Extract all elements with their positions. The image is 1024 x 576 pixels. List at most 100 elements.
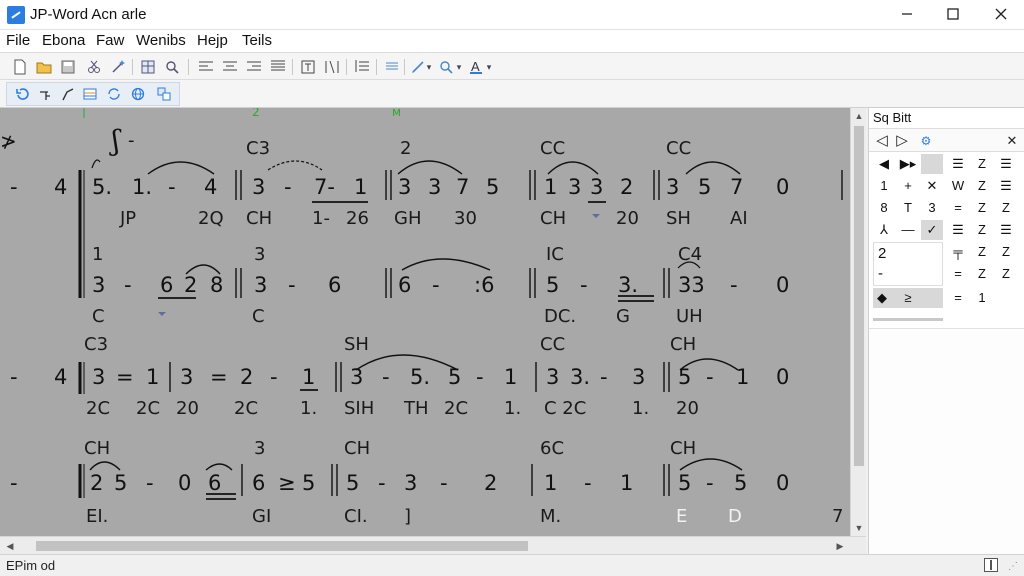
- note[interactable]: 3: [590, 175, 603, 199]
- note[interactable]: -: [440, 471, 448, 495]
- note[interactable]: -: [168, 175, 176, 199]
- symbol-cell[interactable]: W: [947, 176, 969, 196]
- panel-next-button[interactable]: ▷: [893, 132, 911, 150]
- note[interactable]: -: [432, 273, 440, 297]
- justify-icon[interactable]: [268, 57, 288, 77]
- note[interactable]: ≥: [278, 471, 296, 495]
- note[interactable]: -: [476, 365, 484, 389]
- align-right-icon[interactable]: [244, 57, 264, 77]
- note[interactable]: 3: [180, 365, 193, 389]
- symbol-cell[interactable]: —: [897, 220, 919, 240]
- note[interactable]: -: [706, 365, 714, 389]
- scroll-up-icon[interactable]: ▲: [851, 108, 867, 124]
- note[interactable]: 6: [328, 273, 341, 297]
- note[interactable]: 3.: [618, 273, 638, 297]
- font-color-icon[interactable]: A: [466, 57, 486, 77]
- note[interactable]: 33: [678, 273, 705, 297]
- zoom-dropdown[interactable]: ▾: [454, 57, 464, 77]
- symbol-cell[interactable]: Z: [971, 264, 993, 284]
- note[interactable]: 0: [178, 471, 191, 495]
- note[interactable]: 5: [698, 175, 711, 199]
- minimize-button[interactable]: [884, 0, 930, 30]
- layout-icon[interactable]: [984, 558, 998, 572]
- scroll-right-icon[interactable]: ▶: [832, 538, 848, 554]
- note[interactable]: :6: [474, 273, 494, 297]
- note[interactable]: 5: [302, 471, 315, 495]
- undo-icon[interactable]: [12, 84, 32, 104]
- open-folder-icon[interactable]: [34, 57, 54, 77]
- score-canvas[interactable]: 2 ᴍ ≯ ʃ - - 4 C3 2 CC CC 5. 1. - 4 3 - 7…: [0, 108, 850, 536]
- panel-value-field[interactable]: 2 -: [873, 242, 943, 286]
- symbol-cell[interactable]: Z: [971, 220, 993, 240]
- note[interactable]: =: [210, 365, 228, 389]
- note[interactable]: 4: [204, 175, 217, 199]
- resize-grip-icon[interactable]: ⋰: [1008, 561, 1020, 573]
- note[interactable]: 0: [776, 365, 789, 389]
- note[interactable]: 1: [736, 365, 749, 389]
- note[interactable]: 5: [486, 175, 499, 199]
- menu-help[interactable]: Hejp: [197, 32, 228, 49]
- menu-tools[interactable]: Teils: [242, 32, 272, 49]
- symbol-cell[interactable]: ☰: [947, 220, 969, 240]
- note[interactable]: 6: [208, 471, 221, 495]
- table-icon[interactable]: [138, 57, 158, 77]
- list-icon[interactable]: [352, 57, 372, 77]
- chord-icon[interactable]: [36, 84, 56, 104]
- note[interactable]: 2: [620, 175, 633, 199]
- menu-view[interactable]: Faw: [96, 32, 124, 49]
- symbol-cell[interactable]: ▶▸: [897, 154, 919, 174]
- scroll-left-icon[interactable]: ◀: [2, 538, 18, 554]
- note[interactable]: 7-: [314, 175, 335, 199]
- note[interactable]: 7: [730, 175, 743, 199]
- symbol-cell[interactable]: Z: [995, 242, 1017, 262]
- save-icon[interactable]: [58, 57, 78, 77]
- note[interactable]: -: [146, 471, 154, 495]
- cut-icon[interactable]: [84, 57, 104, 77]
- symbol-cell[interactable]: 3: [921, 198, 943, 218]
- symbol-cell[interactable]: =: [947, 264, 969, 284]
- symbol-cell[interactable]: 8: [873, 198, 895, 218]
- pen-dropdown[interactable]: ▾: [424, 57, 434, 77]
- note[interactable]: 2: [240, 365, 253, 389]
- note[interactable]: 5.: [92, 175, 112, 199]
- note[interactable]: 6: [252, 471, 265, 495]
- note[interactable]: 3: [92, 273, 105, 297]
- symbol-cell[interactable]: ☰: [995, 154, 1017, 174]
- note[interactable]: 5: [114, 471, 127, 495]
- note[interactable]: 0: [776, 175, 789, 199]
- note[interactable]: 5: [546, 273, 559, 297]
- symbol-cell[interactable]: T: [897, 198, 919, 218]
- symbol-cell[interactable]: ✓: [921, 220, 943, 240]
- note[interactable]: 2: [90, 471, 103, 495]
- loop-icon[interactable]: [104, 84, 124, 104]
- note[interactable]: 3: [546, 365, 559, 389]
- note[interactable]: 3: [632, 365, 645, 389]
- note[interactable]: 1: [302, 365, 315, 389]
- note[interactable]: -: [284, 175, 292, 199]
- panel-slider[interactable]: [873, 318, 943, 321]
- note[interactable]: 1: [504, 365, 517, 389]
- symbol-cell[interactable]: ╤: [947, 242, 969, 262]
- note[interactable]: -: [124, 273, 132, 297]
- magic-icon[interactable]: [108, 57, 128, 77]
- symbol-cell[interactable]: Z: [971, 176, 993, 196]
- note[interactable]: 6: [398, 273, 411, 297]
- menu-windows[interactable]: Wenibs: [136, 32, 186, 49]
- slur-icon[interactable]: [58, 84, 78, 104]
- note[interactable]: 3: [398, 175, 411, 199]
- note[interactable]: 1.: [132, 175, 152, 199]
- note[interactable]: -: [706, 471, 714, 495]
- line-spacing-icon[interactable]: [382, 57, 402, 77]
- note[interactable]: 3: [350, 365, 363, 389]
- panel-close-button[interactable]: ✕: [1003, 132, 1021, 150]
- symbol-cell[interactable]: [921, 154, 943, 174]
- note[interactable]: 5.: [410, 365, 430, 389]
- note[interactable]: 7: [456, 175, 469, 199]
- note[interactable]: -: [600, 365, 608, 389]
- note[interactable]: 3: [666, 175, 679, 199]
- note[interactable]: -: [730, 273, 738, 297]
- symbol-cell[interactable]: ☰: [995, 220, 1017, 240]
- note[interactable]: 5: [346, 471, 359, 495]
- symbol-cell[interactable]: 1: [971, 288, 993, 308]
- text-box-icon[interactable]: [298, 57, 318, 77]
